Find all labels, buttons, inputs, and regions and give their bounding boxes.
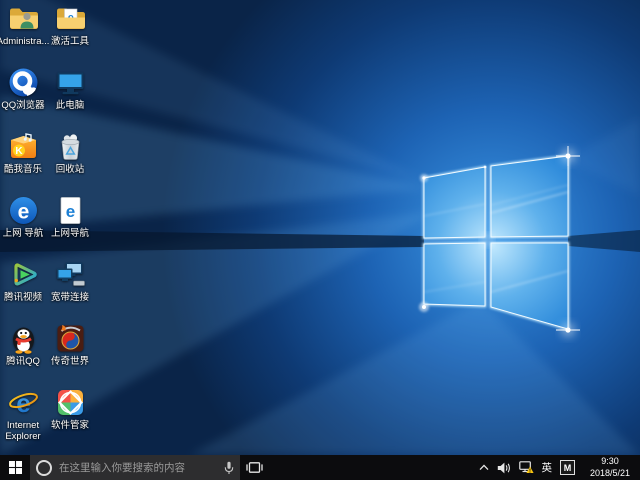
start-button[interactable]: [0, 455, 30, 480]
desktop-icon-kuwo-music[interactable]: K 酷我音乐: [0, 130, 46, 192]
icon-label: 腾讯视频: [4, 293, 42, 304]
software-manager-icon: [54, 386, 87, 419]
svg-text:e: e: [65, 202, 74, 221]
recycle-bin-icon: [54, 130, 87, 163]
task-view-icon: [246, 461, 263, 474]
taskbar-empty-area[interactable]: [269, 455, 479, 480]
clock-time: 9:30: [601, 456, 619, 467]
desktop-icon-administrator-folder[interactable]: Administra...: [0, 2, 46, 64]
tencent-video-icon: [7, 258, 40, 291]
desktop-icon-broadband-connection[interactable]: 宽带连接: [47, 258, 93, 320]
language-indicator[interactable]: 英: [542, 460, 553, 475]
windows-logo-icon: [9, 461, 22, 474]
web-navigation-icon: e: [7, 194, 40, 227]
activation-tool-icon: e: [54, 2, 87, 35]
cortana-icon: [36, 460, 52, 476]
taskbar-clock[interactable]: 9:30 2018/5/21: [583, 456, 637, 479]
tencent-qq-icon: [7, 322, 40, 355]
svg-text:e: e: [16, 388, 30, 418]
icon-label: 此电脑: [56, 101, 85, 112]
windows-hero-wallpaper: [0, 0, 640, 455]
system-tray: 英 M 9:30 2018/5/21: [479, 455, 640, 480]
ime-mode-badge[interactable]: M: [560, 460, 575, 475]
tray-overflow-chevron-icon[interactable]: [479, 464, 489, 471]
taskbar-search-box[interactable]: 在这里输入你要搜索的内容: [30, 455, 240, 480]
icon-label: 软件管家: [51, 421, 89, 432]
volume-icon[interactable]: [497, 462, 511, 474]
icon-label: 传奇世界: [51, 357, 89, 368]
icon-label: 激活工具: [51, 37, 89, 48]
internet-explorer-icon: e: [7, 386, 40, 419]
icon-label: 宽带连接: [51, 293, 89, 304]
desktop-icon-tencent-qq[interactable]: 腾讯QQ: [0, 322, 46, 384]
icon-label: Internet Explorer: [0, 421, 49, 443]
icon-label: Administra...: [0, 37, 49, 48]
this-pc-icon: [54, 66, 87, 99]
task-view-button[interactable]: [240, 455, 269, 480]
clock-date: 2018/5/21: [590, 468, 630, 479]
desktop-icon-internet-explorer[interactable]: e Internet Explorer: [0, 386, 46, 448]
broadband-connection-icon: [54, 258, 87, 291]
icon-label: 腾讯QQ: [6, 357, 40, 368]
desktop-icon-tencent-video[interactable]: 腾讯视频: [0, 258, 46, 320]
icon-label: 回收站: [56, 165, 85, 176]
desktop-icon-software-manager[interactable]: 软件管家: [47, 386, 93, 448]
windows-desktop-screen: Administra... e 激活工具: [0, 0, 640, 480]
desktop-icon-web-navigation[interactable]: e 上网 导航: [0, 194, 46, 256]
icon-label: 上网导航: [51, 229, 89, 240]
qq-browser-icon: [7, 66, 40, 99]
administrator-folder-icon: [7, 2, 40, 35]
desktop[interactable]: Administra... e 激活工具: [0, 0, 640, 455]
desktop-icon-web-navigation-doc[interactable]: e 上网导航: [47, 194, 93, 256]
icon-label: QQ浏览器: [1, 101, 44, 112]
desktop-icon-this-pc[interactable]: 此电脑: [47, 66, 93, 128]
desktop-icon-recycle-bin[interactable]: 回收站: [47, 130, 93, 192]
search-placeholder-text: 在这里输入你要搜索的内容: [59, 460, 220, 475]
desktop-icon-activation-tool[interactable]: e 激活工具: [47, 2, 93, 64]
microphone-icon[interactable]: [224, 461, 234, 475]
desktop-icon-legend-world[interactable]: 传奇世界: [47, 322, 93, 384]
web-navigation-doc-icon: e: [54, 194, 87, 227]
taskbar: 在这里输入你要搜索的内容: [0, 455, 640, 480]
desktop-icon-qq-browser[interactable]: QQ浏览器: [0, 66, 46, 128]
network-warning-icon[interactable]: [519, 461, 534, 474]
kuwo-music-icon: K: [7, 130, 40, 163]
icon-label: 上网 导航: [3, 229, 44, 240]
svg-text:e: e: [17, 201, 29, 224]
icon-label: 酷我音乐: [4, 165, 42, 176]
legend-world-icon: [54, 322, 87, 355]
svg-text:K: K: [15, 146, 23, 157]
